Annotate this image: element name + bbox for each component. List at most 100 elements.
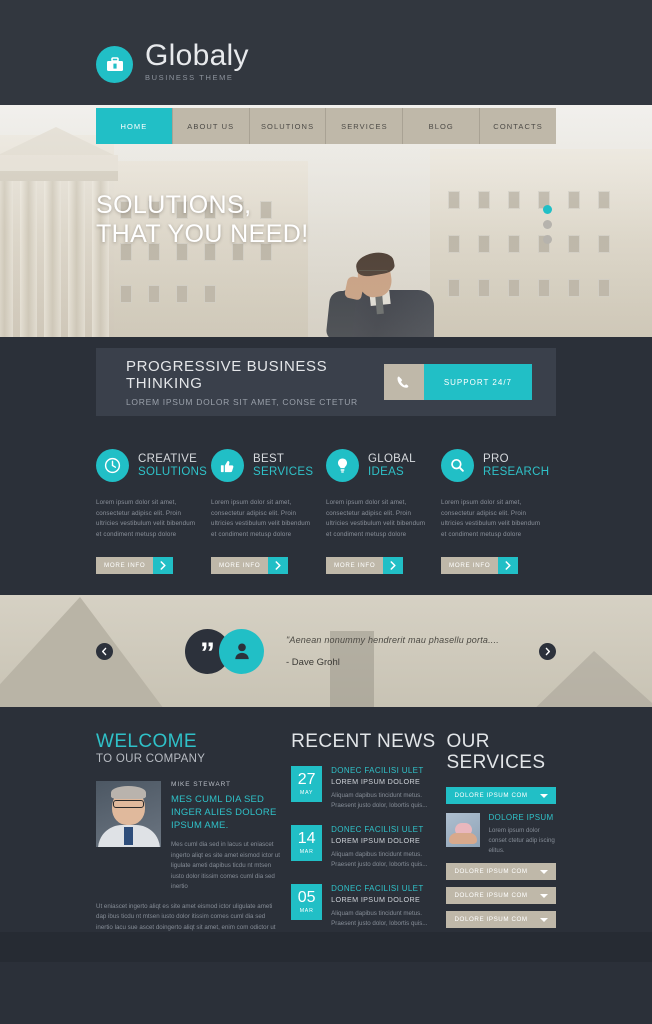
testimonial-slider: ” "Aenean nonummy hendrerit mau phasellu… [0, 595, 652, 707]
recent-news-title: RECENT NEWS [291, 731, 436, 752]
welcome-column: WELCOME TO OUR COMPANY MIKE STEWART MES … [96, 731, 281, 965]
hero-title-line2: THAT YOU NEED! [96, 220, 309, 248]
news-excerpt: Aliquam dapibus tincidunt metus. Praesen… [331, 910, 428, 927]
accordion-panel-body: Lorem ipsum dolor conset ctetur adip isc… [488, 827, 555, 854]
news-item[interactable]: 05 MAR DONEC FACILISI ULET LOREM IPSUM D… [291, 884, 438, 929]
accordion-item[interactable]: DOLORE IPSUM COM [446, 863, 556, 880]
more-info-label: MORE INFO [211, 557, 268, 574]
news-month: MAY [300, 790, 314, 796]
news-month: MAR [299, 908, 314, 914]
accordion-label: DOLORE IPSUM COM [454, 892, 528, 899]
callout-subtitle: LOREM IPSUM DOLOR SIT AMET, CONSE CTETUR [126, 396, 358, 407]
chevron-right-icon [153, 557, 173, 574]
more-info-button[interactable]: MORE INFO [326, 557, 403, 574]
news-title[interactable]: DONEC FACILISI ULET [331, 884, 438, 893]
news-month: MAR [299, 849, 314, 855]
page-root: Globaly BUSINESS THEME HOME ABOUT US SOL… [0, 0, 652, 1024]
news-item[interactable]: 27 MAY DONEC FACILISI ULET LOREM IPSUM D… [291, 766, 438, 811]
news-date-badge: 14 MAR [291, 825, 323, 861]
service-body: Lorem ipsum dolor sit amet, consectetur … [326, 499, 426, 538]
clock-icon [96, 449, 129, 482]
service-title-line1: CREATIVE [138, 452, 198, 465]
site-footer [0, 932, 652, 962]
welcome-title: WELCOME [96, 731, 197, 752]
more-info-button[interactable]: MORE INFO [211, 557, 288, 574]
slider-dot-1[interactable] [543, 205, 552, 214]
nav-item-home[interactable]: HOME [96, 108, 173, 144]
accordion-item[interactable]: DOLORE IPSUM COM [446, 887, 556, 904]
service-card-best-services: BEST SERVICES Lorem ipsum dolor sit amet… [211, 449, 326, 574]
news-day: 27 [297, 771, 316, 788]
news-subtitle: LOREM IPSUM DOLORE [331, 836, 421, 845]
service-title-line2: IDEAS [368, 465, 405, 478]
service-card-global-ideas: GLOBAL IDEAS Lorem ipsum dolor sit amet,… [326, 449, 441, 574]
accordion-label: DOLORE IPSUM COM [454, 792, 528, 799]
support-button[interactable]: SUPPORT 24/7 [383, 364, 532, 400]
thumbs-up-icon [211, 449, 244, 482]
our-services-title: OUR SERVICES [446, 731, 546, 773]
more-info-label: MORE INFO [326, 557, 383, 574]
callout-zone: PROGRESSIVE BUSINESS THINKING LOREM IPSU… [0, 337, 652, 437]
support-button-label: SUPPORT 24/7 [423, 364, 532, 400]
welcome-subtitle: TO OUR COMPANY [96, 753, 206, 765]
chevron-right-icon [498, 557, 518, 574]
nav-item-solutions[interactable]: SOLUTIONS [249, 108, 327, 144]
chevron-down-icon [539, 917, 548, 922]
nav-item-services[interactable]: SERVICES [326, 108, 404, 144]
service-body: Lorem ipsum dolor sit amet, consectetur … [211, 499, 311, 538]
chevron-right-icon [383, 557, 403, 574]
hero-title-line1: SOLUTIONS, [96, 191, 252, 219]
news-title[interactable]: DONEC FACILISI ULET [331, 766, 438, 775]
callout-banner: PROGRESSIVE BUSINESS THINKING LOREM IPSU… [96, 348, 556, 416]
chevron-down-icon [539, 893, 548, 898]
person-icon [219, 628, 264, 674]
news-subtitle: LOREM IPSUM DOLORE [331, 777, 421, 786]
accordion-item[interactable]: DOLORE IPSUM COM [446, 911, 556, 928]
slider-dot-3[interactable] [543, 235, 552, 244]
service-title-line2: SERVICES [253, 465, 314, 478]
accordion-item-open[interactable]: DOLORE IPSUM COM [446, 787, 556, 804]
magnifier-icon [441, 449, 474, 482]
chevron-right-icon [268, 557, 288, 574]
service-title-line1: BEST [253, 452, 285, 465]
news-date-badge: 05 MAR [291, 884, 323, 920]
service-title-line2: SOLUTIONS [138, 465, 208, 478]
briefcase-icon [96, 46, 133, 83]
welcome-heading: MES CUML DIA SED INGER ALIES DOLORE IPSU… [171, 794, 277, 831]
our-services-column: OUR SERVICES DOLORE IPSUM COM DOLORE IPS… [446, 731, 556, 965]
more-info-button[interactable]: MORE INFO [96, 557, 173, 574]
logo[interactable]: Globaly BUSINESS THEME [96, 40, 249, 83]
accordion-label: DOLORE IPSUM COM [454, 868, 528, 875]
news-subtitle: LOREM IPSUM DOLORE [331, 895, 421, 904]
nav-item-about-us[interactable]: ABOUT US [172, 108, 250, 144]
chevron-down-icon [539, 793, 548, 798]
service-card-pro-research: PRO RESEARCH Lorem ipsum dolor sit amet,… [441, 449, 556, 574]
service-body: Lorem ipsum dolor sit amet, consectetur … [96, 499, 196, 538]
testimonial-avatars: ” [185, 628, 264, 674]
service-title-line2: RESEARCH [483, 465, 550, 478]
nav-item-contacts[interactable]: CONTACTS [480, 108, 556, 144]
testimonial-next-button[interactable] [539, 642, 556, 660]
news-day: 14 [297, 830, 316, 847]
accordion-label: DOLORE IPSUM COM [454, 916, 528, 923]
site-header: Globaly BUSINESS THEME [0, 0, 652, 105]
logo-title: Globaly [145, 39, 249, 72]
callout-title: PROGRESSIVE BUSINESS THINKING [126, 357, 328, 392]
news-date-badge: 27 MAY [291, 766, 323, 802]
accordion-panel-heading: DOLORE IPSUM [488, 813, 554, 822]
more-info-button[interactable]: MORE INFO [441, 557, 518, 574]
slider-pagination [543, 205, 552, 250]
news-day: 05 [297, 889, 316, 906]
lightbulb-icon [326, 449, 359, 482]
news-item[interactable]: 14 MAR DONEC FACILISI ULET LOREM IPSUM D… [291, 825, 438, 870]
news-excerpt: Aliquam dapibus tincidunt metus. Praesen… [331, 792, 428, 809]
team-member-photo [96, 781, 161, 847]
welcome-paragraph-1: Mes cuml dia sed in lacus ut eniascet in… [171, 841, 281, 890]
news-title[interactable]: DONEC FACILISI ULET [331, 825, 438, 834]
slider-dot-2[interactable] [543, 220, 552, 229]
nav-item-blog[interactable]: BLOG [403, 108, 481, 144]
phone-icon [383, 364, 424, 400]
testimonial-prev-button[interactable] [96, 642, 113, 660]
hero-title: SOLUTIONS, THAT YOU NEED! [96, 191, 309, 249]
service-title-line1: PRO [483, 452, 509, 465]
